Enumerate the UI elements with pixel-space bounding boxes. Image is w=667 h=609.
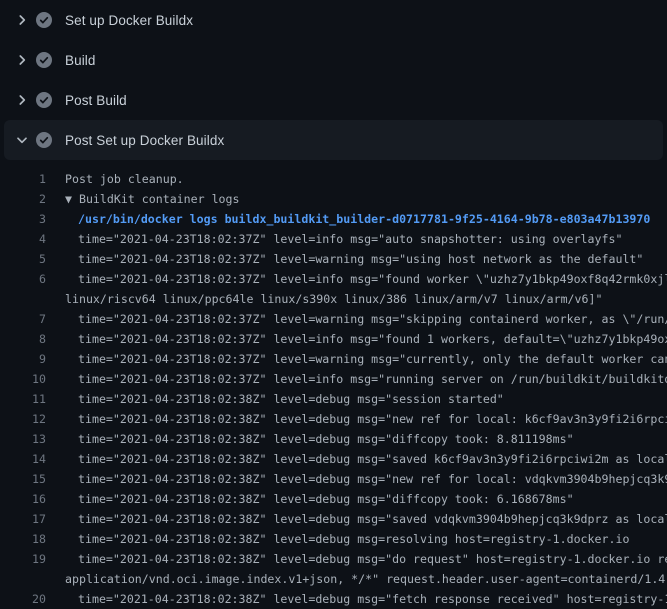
- chevron-down-icon: [14, 132, 30, 148]
- step-title: Post Build: [65, 93, 127, 108]
- log-line-number[interactable]: 9: [0, 349, 46, 369]
- log-line-number[interactable]: 17: [0, 509, 46, 529]
- log-line-number[interactable]: 19: [0, 549, 46, 569]
- log-line-number[interactable]: 11: [0, 389, 46, 409]
- log-row: 19 time="2021-04-23T18:02:38Z" level=deb…: [0, 549, 667, 569]
- log-line-text: time="2021-04-23T18:02:38Z" level=debug …: [78, 469, 667, 489]
- log-row: 3 /usr/bin/docker logs buildx_buildkit_b…: [0, 209, 667, 229]
- log-line-text: time="2021-04-23T18:02:38Z" level=debug …: [78, 589, 667, 609]
- log-line-text: time="2021-04-23T18:02:37Z" level=info m…: [78, 369, 667, 389]
- log-line-text: Post job cleanup.: [65, 169, 184, 189]
- log-line-number[interactable]: 13: [0, 429, 46, 449]
- check-circle-icon: [36, 92, 52, 108]
- log-line-number[interactable]: 1: [0, 169, 46, 189]
- log-line-number[interactable]: 14: [0, 449, 46, 469]
- log-row: linux/riscv64 linux/ppc64le linux/s390x …: [0, 289, 667, 309]
- step-row[interactable]: Set up Docker Buildx: [4, 0, 663, 40]
- log-line-number[interactable]: 18: [0, 529, 46, 549]
- log-row: 6 time="2021-04-23T18:02:37Z" level=info…: [0, 269, 667, 289]
- log-row: application/vnd.oci.image.index.v1+json,…: [0, 569, 667, 589]
- log-row: 8 time="2021-04-23T18:02:37Z" level=info…: [0, 329, 667, 349]
- log-line-text: linux/riscv64 linux/ppc64le linux/s390x …: [65, 289, 602, 309]
- log-row: 14 time="2021-04-23T18:02:38Z" level=deb…: [0, 449, 667, 469]
- log-row: 4 time="2021-04-23T18:02:37Z" level=info…: [0, 229, 667, 249]
- log-line-number[interactable]: 12: [0, 409, 46, 429]
- log-viewer: 1 Post job cleanup. 2 ▼ BuildKit contain…: [0, 160, 667, 609]
- check-circle-icon: [36, 132, 52, 148]
- log-line-number[interactable]: 8: [0, 329, 46, 349]
- log-row: 17 time="2021-04-23T18:02:38Z" level=deb…: [0, 509, 667, 529]
- log-row: 9 time="2021-04-23T18:02:37Z" level=warn…: [0, 349, 667, 369]
- log-row: 16 time="2021-04-23T18:02:38Z" level=deb…: [0, 489, 667, 509]
- log-line-text: time="2021-04-23T18:02:37Z" level=info m…: [78, 329, 667, 349]
- log-line-text: time="2021-04-23T18:02:38Z" level=debug …: [78, 529, 629, 549]
- log-group-toggle[interactable]: ▼ BuildKit container logs: [65, 189, 240, 209]
- log-line-text: time="2021-04-23T18:02:38Z" level=debug …: [78, 449, 667, 469]
- chevron-right-icon: [14, 92, 30, 108]
- log-row: 18 time="2021-04-23T18:02:38Z" level=deb…: [0, 529, 667, 549]
- step-title: Build: [65, 53, 96, 68]
- log-line-text: time="2021-04-23T18:02:37Z" level=warnin…: [78, 309, 667, 329]
- log-line-number[interactable]: 6: [0, 269, 46, 289]
- log-line-number[interactable]: 15: [0, 469, 46, 489]
- log-line-number[interactable]: [0, 289, 46, 309]
- log-line-text: time="2021-04-23T18:02:38Z" level=debug …: [78, 489, 574, 509]
- log-row: 1 Post job cleanup.: [0, 169, 667, 189]
- log-line-text: time="2021-04-23T18:02:38Z" level=debug …: [78, 389, 504, 409]
- check-circle-icon: [36, 52, 52, 68]
- log-line-text: application/vnd.oci.image.index.v1+json,…: [65, 569, 667, 589]
- step-title: Post Set up Docker Buildx: [65, 133, 224, 148]
- check-circle-icon: [36, 12, 52, 28]
- log-line-text: time="2021-04-23T18:02:38Z" level=debug …: [78, 509, 667, 529]
- log-row: 11 time="2021-04-23T18:02:38Z" level=deb…: [0, 389, 667, 409]
- step-row[interactable]: Post Set up Docker Buildx: [4, 120, 663, 160]
- step-row[interactable]: Post Build: [4, 80, 663, 120]
- log-line-text: time="2021-04-23T18:02:37Z" level=warnin…: [78, 349, 667, 369]
- log-line-number[interactable]: 2: [0, 189, 46, 209]
- log-row: 10 time="2021-04-23T18:02:37Z" level=inf…: [0, 369, 667, 389]
- log-line-text: time="2021-04-23T18:02:37Z" level=warnin…: [78, 249, 643, 269]
- step-list: Set up Docker Buildx Build P: [0, 0, 667, 160]
- log-row: 2 ▼ BuildKit container logs: [0, 189, 667, 209]
- log-row: 20 time="2021-04-23T18:02:38Z" level=deb…: [0, 589, 667, 609]
- log-line-number[interactable]: [0, 569, 46, 589]
- log-line-text: time="2021-04-23T18:02:38Z" level=debug …: [78, 549, 667, 569]
- log-line-text: time="2021-04-23T18:02:38Z" level=debug …: [78, 409, 667, 429]
- log-line-number[interactable]: 3: [0, 209, 46, 229]
- step-row[interactable]: Build: [4, 40, 663, 80]
- log-row: 5 time="2021-04-23T18:02:37Z" level=warn…: [0, 249, 667, 269]
- log-line-number[interactable]: 10: [0, 369, 46, 389]
- log-row: 7 time="2021-04-23T18:02:37Z" level=warn…: [0, 309, 667, 329]
- log-line-text: time="2021-04-23T18:02:37Z" level=info m…: [78, 269, 667, 289]
- log-line-number[interactable]: 16: [0, 489, 46, 509]
- log-line-number[interactable]: 20: [0, 589, 46, 609]
- log-line-text: /usr/bin/docker logs buildx_buildkit_bui…: [78, 209, 650, 229]
- log-line-number[interactable]: 7: [0, 309, 46, 329]
- log-line-text: time="2021-04-23T18:02:38Z" level=debug …: [78, 429, 574, 449]
- log-line-number[interactable]: 4: [0, 229, 46, 249]
- log-row: 12 time="2021-04-23T18:02:38Z" level=deb…: [0, 409, 667, 429]
- chevron-right-icon: [14, 12, 30, 28]
- log-row: 13 time="2021-04-23T18:02:38Z" level=deb…: [0, 429, 667, 449]
- chevron-right-icon: [14, 52, 30, 68]
- step-title: Set up Docker Buildx: [65, 13, 193, 28]
- log-line-text: time="2021-04-23T18:02:37Z" level=info m…: [78, 229, 622, 249]
- log-row: 15 time="2021-04-23T18:02:38Z" level=deb…: [0, 469, 667, 489]
- log-line-number[interactable]: 5: [0, 249, 46, 269]
